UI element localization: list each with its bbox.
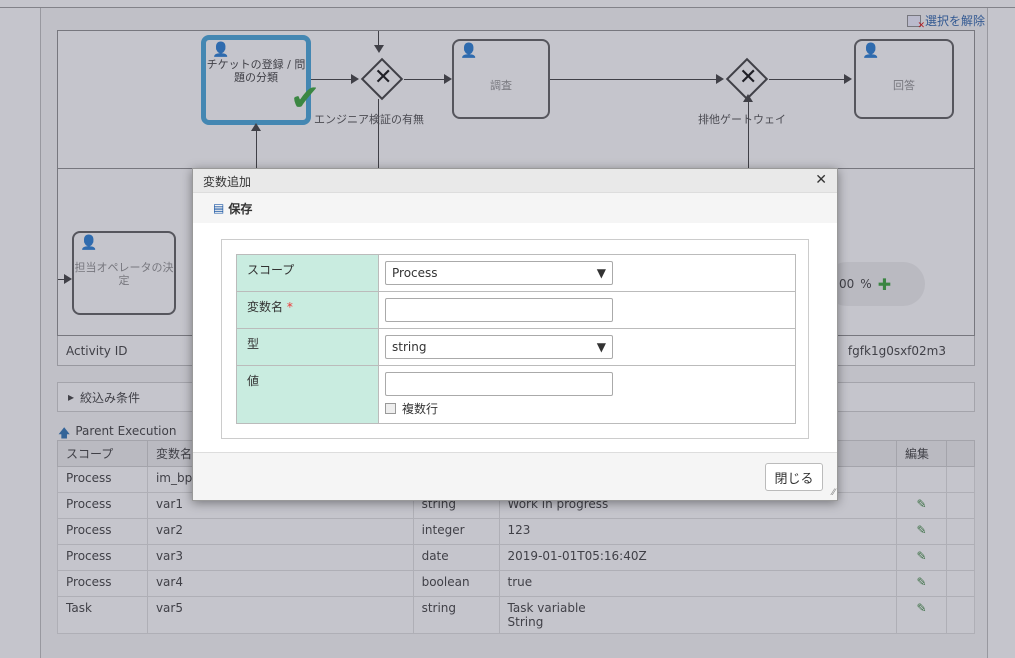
form-row-name: 変数名 * [236, 291, 796, 329]
form-table: スコープ Process ▼ 変数名 * 型 string ▼ 値 複数行 [236, 254, 796, 424]
scope-label: スコープ [236, 254, 379, 292]
dialog-titlebar[interactable]: 変数追加 ✕ [193, 169, 837, 193]
close-button[interactable]: 閉じる [765, 463, 823, 491]
dialog-form: スコープ Process ▼ 変数名 * 型 string ▼ 値 複数行 [221, 239, 809, 439]
name-label-cell: 変数名 * [236, 291, 379, 329]
resize-grip-icon[interactable]: ⁄⁄ [832, 488, 835, 498]
add-variable-dialog: 変数追加 ✕ ▤ 保存 スコープ Process ▼ 変数名 * 型 strin… [192, 168, 838, 501]
form-row-type: 型 string ▼ [236, 328, 796, 366]
save-label: 保存 [228, 201, 253, 216]
type-select[interactable]: string ▼ [385, 335, 613, 359]
value-label: 値 [236, 365, 379, 424]
scope-value: Process [392, 266, 438, 280]
chevron-down-icon: ▼ [596, 340, 606, 354]
close-icon[interactable]: ✕ [815, 172, 827, 188]
variable-name-input[interactable] [385, 298, 613, 322]
type-label: 型 [236, 328, 379, 366]
dialog-footer: 閉じる ⁄⁄ [193, 452, 837, 500]
chevron-down-icon: ▼ [596, 266, 606, 280]
checkbox-icon [385, 403, 396, 414]
dialog-title: 変数追加 [203, 175, 252, 189]
form-row-value: 値 複数行 [236, 365, 796, 424]
type-value: string [392, 340, 427, 354]
form-row-scope: スコープ Process ▼ [236, 254, 796, 292]
required-marker: * [286, 300, 293, 314]
multiline-checkbox[interactable]: 複数行 [385, 400, 789, 417]
save-button[interactable]: ▤ 保存 [193, 193, 837, 223]
scope-select[interactable]: Process ▼ [385, 261, 613, 285]
name-label: 変数名 [247, 300, 284, 314]
multiline-label: 複数行 [402, 402, 439, 416]
variable-value-input[interactable] [385, 372, 613, 396]
save-icon: ▤ [213, 201, 225, 215]
